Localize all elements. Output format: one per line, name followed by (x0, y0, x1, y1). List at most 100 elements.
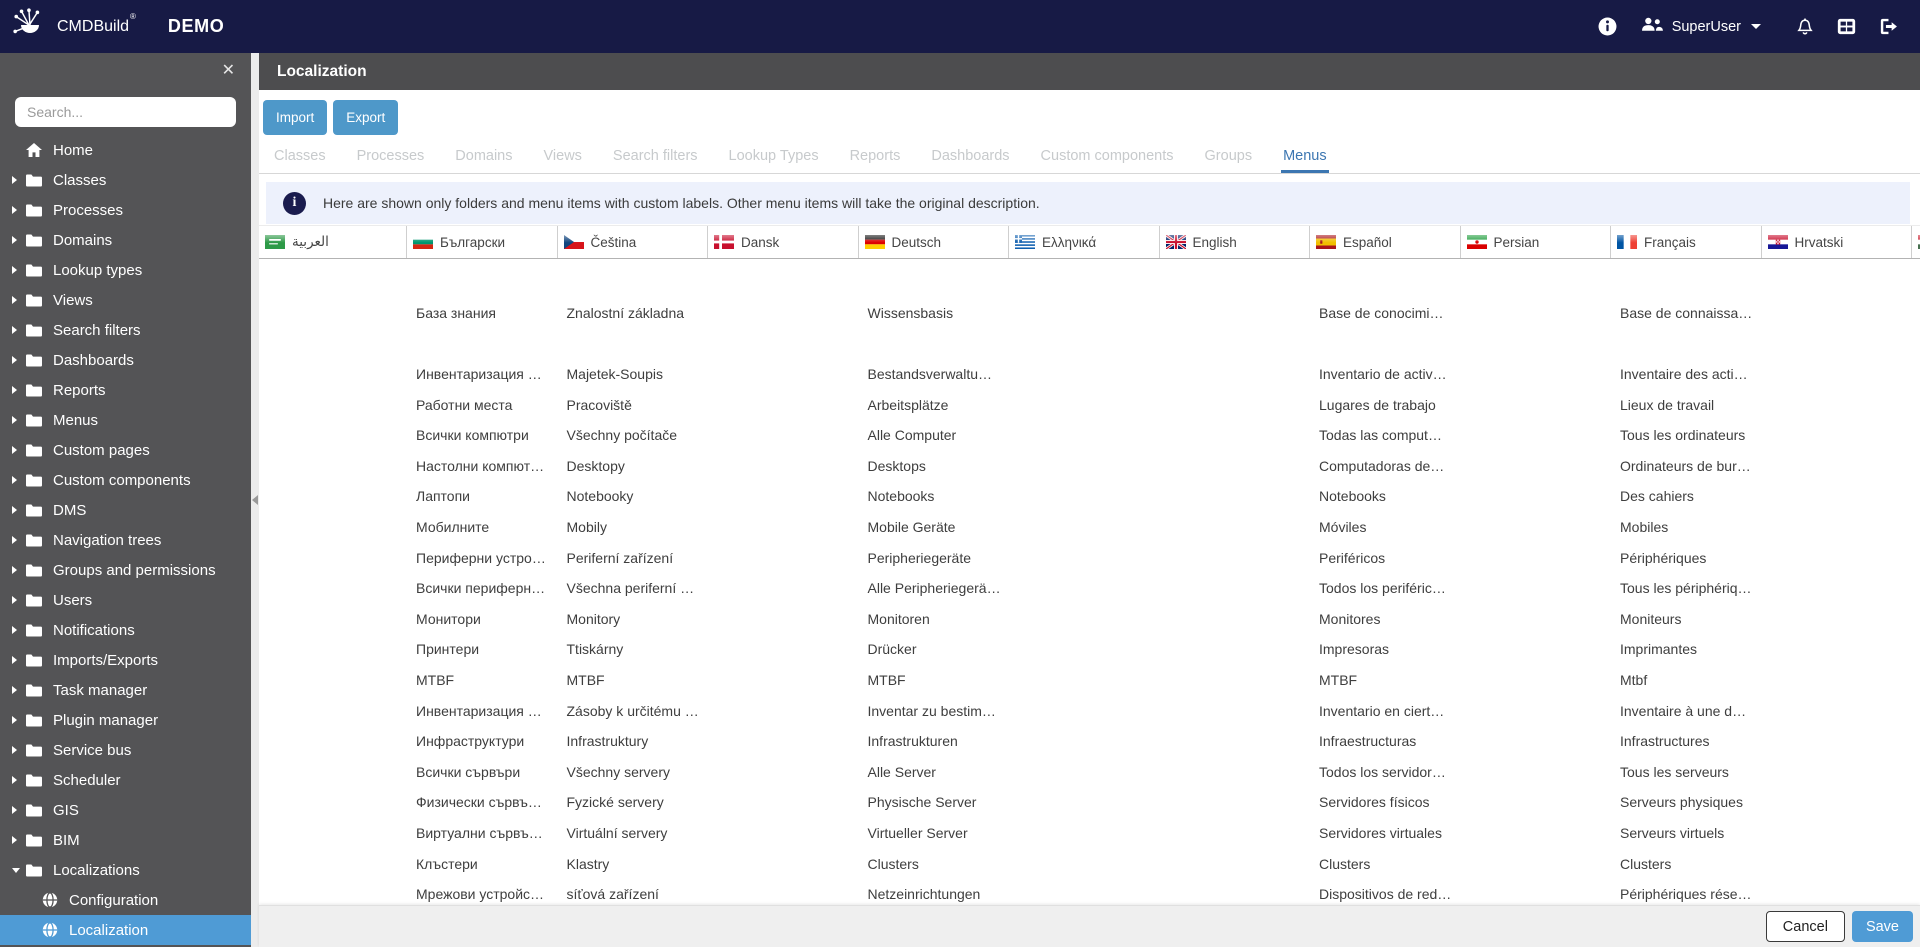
cell-r4-bg[interactable]: Инвентаризация … (407, 366, 558, 382)
cell-r11-cs[interactable]: Všechna periferní … (558, 580, 709, 596)
sidebar-item-custom-pages[interactable]: Custom pages (0, 435, 251, 465)
cell-r14-cs[interactable]: MTBF (558, 672, 709, 688)
cell-r15-bg[interactable]: Инвентаризация … (407, 703, 558, 719)
sidebar-item-users[interactable]: Users (0, 585, 251, 615)
cell-r6-de[interactable]: Alle Computer (859, 427, 1010, 443)
cell-r20-es[interactable]: Clusters (1310, 856, 1461, 872)
cell-r20-fr[interactable]: Clusters (1611, 856, 1762, 872)
cell-r2-de[interactable]: Wissensbasis (859, 305, 1010, 321)
close-icon[interactable]: ✕ (222, 63, 235, 79)
cell-r13-es[interactable]: Impresoras (1310, 641, 1461, 657)
sidebar-item-classes[interactable]: Classes (0, 165, 251, 195)
collapse-sidebar-icon[interactable] (252, 495, 258, 505)
sidebar-item-groups-and-permissions[interactable]: Groups and permissions (0, 555, 251, 585)
cell-r12-bg[interactable]: Монитори (407, 611, 558, 627)
cell-r7-de[interactable]: Desktops (859, 458, 1010, 474)
notifications-bell-icon[interactable] (1797, 17, 1813, 36)
sidebar-item-configuration[interactable]: Configuration (0, 885, 251, 915)
cell-r10-es[interactable]: Periféricos (1310, 550, 1461, 566)
tab-lookup-types[interactable]: Lookup Types (727, 148, 821, 173)
cell-r16-es[interactable]: Infraestructuras (1310, 733, 1461, 749)
cell-r18-fr[interactable]: Serveurs physiques (1611, 794, 1762, 810)
cell-r18-cs[interactable]: Fyzické servery (558, 794, 709, 810)
user-menu[interactable]: SuperUser (1641, 17, 1761, 36)
caret-right-icon[interactable] (12, 176, 26, 184)
cell-r8-cs[interactable]: Notebooky (558, 488, 709, 504)
cell-r18-es[interactable]: Servidores físicos (1310, 794, 1461, 810)
caret-right-icon[interactable] (12, 656, 26, 664)
caret-right-icon[interactable] (12, 356, 26, 364)
sidebar-item-menus[interactable]: Menus (0, 405, 251, 435)
cell-r15-fr[interactable]: Inventaire à une d… (1611, 703, 1762, 719)
cell-r13-de[interactable]: Drücker (859, 641, 1010, 657)
cell-r20-cs[interactable]: Klastry (558, 856, 709, 872)
caret-right-icon[interactable] (12, 416, 26, 424)
cell-r16-bg[interactable]: Инфраструктури (407, 733, 558, 749)
sidebar-item-reports[interactable]: Reports (0, 375, 251, 405)
caret-right-icon[interactable] (12, 806, 26, 814)
tab-reports[interactable]: Reports (848, 148, 903, 173)
cell-r14-fr[interactable]: Mtbf (1611, 672, 1762, 688)
tab-menus[interactable]: Menus (1281, 148, 1329, 173)
caret-right-icon[interactable] (12, 596, 26, 604)
sidebar-item-service-bus[interactable]: Service bus (0, 735, 251, 765)
cell-r11-bg[interactable]: Всички периферн… (407, 580, 558, 596)
cell-r2-es[interactable]: Base de conocimi… (1310, 305, 1461, 321)
cell-r5-de[interactable]: Arbeitsplätze (859, 397, 1010, 413)
tab-classes[interactable]: Classes (272, 148, 328, 173)
cell-r2-bg[interactable]: База знания (407, 305, 558, 321)
sidebar-splitter[interactable] (251, 53, 259, 947)
cell-r5-bg[interactable]: Работни места (407, 397, 558, 413)
cell-r18-de[interactable]: Physische Server (859, 794, 1010, 810)
cell-r10-fr[interactable]: Périphériques (1611, 550, 1762, 566)
cell-r8-de[interactable]: Notebooks (859, 488, 1010, 504)
cell-r11-de[interactable]: Alle Peripheriegerä… (859, 580, 1010, 596)
sidebar-item-task-manager[interactable]: Task manager (0, 675, 251, 705)
caret-right-icon[interactable] (12, 836, 26, 844)
cell-r12-fr[interactable]: Moniteurs (1611, 611, 1762, 627)
cell-r4-fr[interactable]: Inventaire des acti… (1611, 366, 1762, 382)
caret-right-icon[interactable] (12, 476, 26, 484)
cell-r21-es[interactable]: Dispositivos de red… (1310, 886, 1461, 902)
cell-r2-cs[interactable]: Znalostní základna (558, 305, 709, 321)
cell-r14-de[interactable]: MTBF (859, 672, 1010, 688)
cell-r17-es[interactable]: Todos los servidor… (1310, 764, 1461, 780)
cell-r12-de[interactable]: Monitoren (859, 611, 1010, 627)
cell-r5-cs[interactable]: Pracoviště (558, 397, 709, 413)
caret-down-icon[interactable] (12, 867, 26, 873)
cell-r7-cs[interactable]: Desktopy (558, 458, 709, 474)
sidebar-item-views[interactable]: Views (0, 285, 251, 315)
cell-r7-bg[interactable]: Настолни компют… (407, 458, 558, 474)
cell-r4-de[interactable]: Bestandsverwaltu… (859, 366, 1010, 382)
caret-right-icon[interactable] (12, 446, 26, 454)
cell-r8-es[interactable]: Notebooks (1310, 488, 1461, 504)
sidebar-item-dashboards[interactable]: Dashboards (0, 345, 251, 375)
tab-domains[interactable]: Domains (453, 148, 514, 173)
caret-right-icon[interactable] (12, 266, 26, 274)
cell-r6-cs[interactable]: Všechny počítače (558, 427, 709, 443)
cell-r16-fr[interactable]: Infrastructures (1611, 733, 1762, 749)
search-input[interactable] (15, 97, 236, 127)
cell-r6-bg[interactable]: Всички компютри (407, 427, 558, 443)
caret-right-icon[interactable] (12, 776, 26, 784)
cell-r17-fr[interactable]: Tous les serveurs (1611, 764, 1762, 780)
cell-r9-fr[interactable]: Mobiles (1611, 519, 1762, 535)
caret-right-icon[interactable] (12, 326, 26, 334)
cell-r17-bg[interactable]: Всички сървъри (407, 764, 558, 780)
caret-right-icon[interactable] (12, 386, 26, 394)
sidebar-item-domains[interactable]: Domains (0, 225, 251, 255)
sidebar-item-scheduler[interactable]: Scheduler (0, 765, 251, 795)
cell-r14-bg[interactable]: MTBF (407, 672, 558, 688)
sidebar-item-dms[interactable]: DMS (0, 495, 251, 525)
cell-r6-fr[interactable]: Tous les ordinateurs (1611, 427, 1762, 443)
sidebar-item-localization[interactable]: Localization (0, 915, 251, 945)
cell-r10-bg[interactable]: Периферни устро… (407, 550, 558, 566)
cell-r13-bg[interactable]: Принтери (407, 641, 558, 657)
cell-r19-bg[interactable]: Виртуални сървъ… (407, 825, 558, 841)
caret-right-icon[interactable] (12, 236, 26, 244)
cancel-button[interactable]: Cancel (1765, 911, 1845, 942)
cell-r9-bg[interactable]: Мобилните (407, 519, 558, 535)
tab-custom-components[interactable]: Custom components (1039, 148, 1176, 173)
cell-r21-bg[interactable]: Мрежови устройс… (407, 886, 558, 902)
cell-r19-de[interactable]: Virtueller Server (859, 825, 1010, 841)
